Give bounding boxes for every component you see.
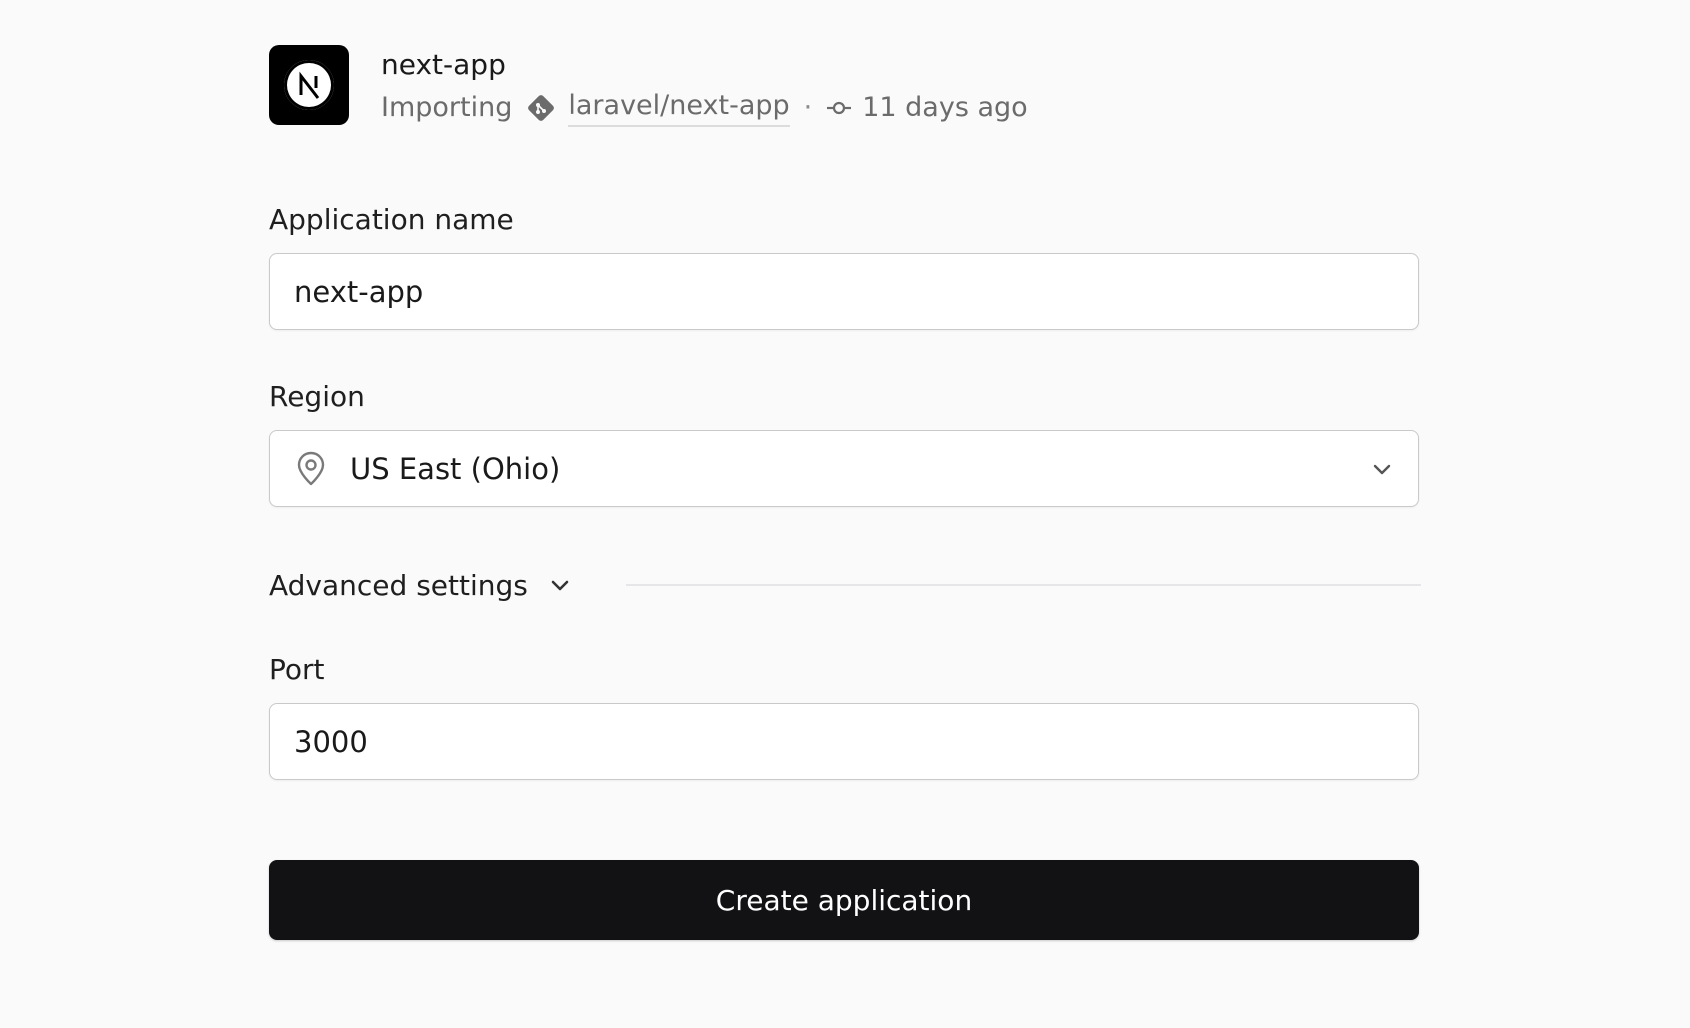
commit-age: 11 days ago: [862, 92, 1028, 123]
region-field: Region US East (Ohio): [269, 380, 1421, 507]
repository-link[interactable]: laravel/next-app: [568, 89, 790, 127]
section-divider: [625, 584, 1421, 586]
meta-separator: ·: [803, 92, 813, 123]
git-commit-icon: [826, 98, 852, 118]
application-name-value: next-app: [294, 274, 424, 309]
create-application-button[interactable]: Create application: [269, 860, 1419, 940]
git-icon: [526, 93, 556, 123]
advanced-settings-row: Advanced settings: [269, 565, 1421, 605]
region-value: US East (Ohio): [350, 451, 561, 486]
import-status: Importing: [381, 92, 513, 123]
project-info: next-app Importing laravel/next-app · 11…: [381, 45, 1028, 127]
project-meta: Importing laravel/next-app · 11 days ago: [381, 89, 1028, 127]
port-label: Port: [269, 653, 325, 686]
chevron-down-icon: [1372, 462, 1392, 476]
create-application-form: next-app Importing laravel/next-app · 11…: [269, 45, 1421, 940]
application-name-label: Application name: [269, 203, 514, 236]
map-pin-icon: [296, 451, 326, 487]
chevron-down-icon: [550, 578, 570, 592]
nextjs-logo-icon: [284, 60, 334, 110]
project-logo: [269, 45, 349, 125]
port-value: 3000: [294, 724, 368, 759]
region-label: Region: [269, 380, 365, 413]
advanced-settings-toggle[interactable]: Advanced settings: [269, 569, 570, 602]
project-header: next-app Importing laravel/next-app · 11…: [269, 45, 1421, 127]
form-actions: Create application: [269, 860, 1421, 940]
port-field: Port 3000: [269, 653, 1421, 780]
advanced-settings-label: Advanced settings: [269, 568, 528, 602]
project-name: next-app: [381, 48, 506, 81]
port-input[interactable]: 3000: [269, 703, 1419, 780]
application-name-field: Application name next-app: [269, 203, 1421, 330]
region-select[interactable]: US East (Ohio): [269, 430, 1419, 507]
application-name-input[interactable]: next-app: [269, 253, 1419, 330]
